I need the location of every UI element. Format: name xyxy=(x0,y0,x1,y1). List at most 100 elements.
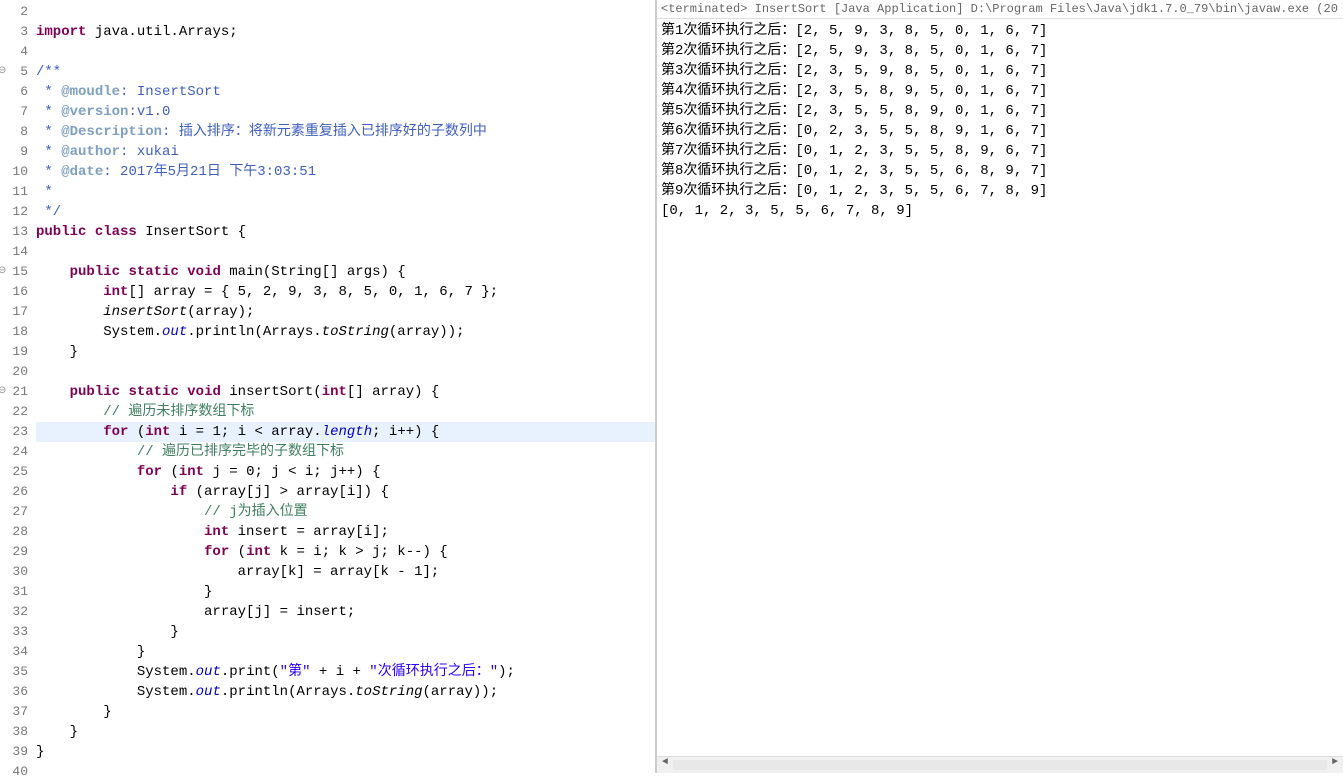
scroll-track[interactable] xyxy=(673,760,1327,770)
println-call: .println(Arrays. xyxy=(221,684,355,700)
keyword-for: for xyxy=(204,544,229,560)
tostring-call: toString xyxy=(355,684,422,700)
system-class: System. xyxy=(137,664,196,680)
keyword-if: if xyxy=(170,484,187,500)
javadoc-tag: @version xyxy=(61,104,128,120)
line-number: 33 xyxy=(0,622,28,642)
fold-toggle-icon[interactable]: ⊖ xyxy=(0,382,6,402)
line-number: 12 xyxy=(0,202,28,222)
comment-line: // j为插入位置 xyxy=(204,504,308,520)
line-number: 17 xyxy=(0,302,28,322)
line-number: 21⊖ xyxy=(0,382,28,402)
javadoc-text: : 插入排序：将新元素重复插入已排序好的子数列中 xyxy=(162,124,487,140)
system-class: System. xyxy=(103,324,162,340)
line-number: 36 xyxy=(0,682,28,702)
tostring-call: toString xyxy=(322,324,389,340)
close-brace: } xyxy=(137,644,145,660)
line-number: 27 xyxy=(0,502,28,522)
line-number: 20 xyxy=(0,362,28,382)
javadoc-line: * xyxy=(36,124,61,140)
line-number-gutter: 2345⊖6789101112131415⊖161718192021⊖22232… xyxy=(0,0,32,773)
var-assign: insert = array[i]; xyxy=(229,524,389,540)
line-number: 3 xyxy=(0,22,28,42)
javadoc-tag: @moudle xyxy=(61,84,120,100)
keyword-for: for xyxy=(137,464,162,480)
console-line: 第7次循环执行之后：[0, 1, 2, 3, 5, 5, 8, 9, 6, 7] xyxy=(661,141,1339,161)
line-number: 11 xyxy=(0,182,28,202)
console-line: 第1次循环执行之后：[2, 5, 9, 3, 8, 5, 0, 1, 6, 7] xyxy=(661,21,1339,41)
keyword-int: int xyxy=(145,424,170,440)
println-call: .println(Arrays. xyxy=(187,324,321,340)
console-line: 第8次循环执行之后：[0, 1, 2, 3, 5, 5, 6, 8, 9, 7] xyxy=(661,161,1339,181)
javadoc-end: */ xyxy=(36,204,61,220)
keyword-public: public xyxy=(70,264,120,280)
line-number: 25 xyxy=(0,462,28,482)
keyword-static: static xyxy=(128,264,178,280)
line-number: 5⊖ xyxy=(0,62,28,82)
line-number: 29 xyxy=(0,542,28,562)
javadoc-tag: @date xyxy=(61,164,103,180)
keyword-for: for xyxy=(103,424,128,440)
method-name: insertSort( xyxy=(221,384,322,400)
line-number: 8 xyxy=(0,122,28,142)
javadoc-start: /** xyxy=(36,64,61,80)
keyword-void: void xyxy=(187,264,221,280)
line-number: 39 xyxy=(0,742,28,762)
line-number: 18 xyxy=(0,322,28,342)
console-line: [0, 1, 2, 3, 5, 5, 6, 7, 8, 9] xyxy=(661,201,1339,221)
for-condition: i = 1; i < array. xyxy=(170,424,321,440)
fold-toggle-icon[interactable]: ⊖ xyxy=(0,262,6,282)
javadoc-line: * xyxy=(36,84,61,100)
line-number: 19 xyxy=(0,342,28,362)
keyword-int: int xyxy=(103,284,128,300)
line-number: 37 xyxy=(0,702,28,722)
keyword-static: static xyxy=(128,384,178,400)
console-header: <terminated> InsertSort [Java Applicatio… xyxy=(657,0,1343,19)
keyword-void: void xyxy=(187,384,221,400)
javadoc-line: * xyxy=(36,164,61,180)
comment-line: // 遍历未排序数组下标 xyxy=(103,404,254,420)
javadoc-line: * xyxy=(36,184,53,200)
keyword-import: import xyxy=(36,24,86,40)
close-brace: } xyxy=(70,724,78,740)
line-number: 2 xyxy=(0,2,28,22)
line-number: 4 xyxy=(0,42,28,62)
console-line: 第9次循环执行之后：[0, 1, 2, 3, 5, 5, 6, 7, 8, 9] xyxy=(661,181,1339,201)
javadoc-text: : xukai xyxy=(120,144,179,160)
console-line: 第6次循环执行之后：[0, 2, 3, 5, 5, 8, 9, 1, 6, 7] xyxy=(661,121,1339,141)
string-literal: "第" xyxy=(280,664,311,680)
console-line: 第4次循环执行之后：[2, 3, 5, 8, 9, 5, 0, 1, 6, 7] xyxy=(661,81,1339,101)
keyword-int: int xyxy=(204,524,229,540)
keyword-int: int xyxy=(179,464,204,480)
line-number: 24 xyxy=(0,442,28,462)
javadoc-tag: @Description xyxy=(61,124,162,140)
line-number: 10 xyxy=(0,162,28,182)
javadoc-tag: @author xyxy=(61,144,120,160)
system-class: System. xyxy=(137,684,196,700)
keyword-int: int xyxy=(322,384,347,400)
for-condition: k = i; k > j; k--) { xyxy=(271,544,447,560)
close-brace: } xyxy=(36,744,44,760)
keyword-public: public xyxy=(70,384,120,400)
console-line: 第3次循环执行之后：[2, 3, 5, 9, 8, 5, 0, 1, 6, 7] xyxy=(661,61,1339,81)
method-params: [] array) { xyxy=(347,384,439,400)
concat: + i + xyxy=(310,664,369,680)
scroll-right-icon[interactable]: ► xyxy=(1327,757,1343,773)
line-number: 30 xyxy=(0,562,28,582)
code-area[interactable]: import java.util.Arrays; /** * @moudle: … xyxy=(32,0,655,773)
for-condition: j = 0; j < i; j++) { xyxy=(204,464,380,480)
line-number: 23 xyxy=(0,422,28,442)
line-number: 35 xyxy=(0,662,28,682)
for-end: ; i++) { xyxy=(372,424,439,440)
scroll-left-icon[interactable]: ◄ xyxy=(657,757,673,773)
fold-toggle-icon[interactable]: ⊖ xyxy=(0,62,6,82)
call-args: (array); xyxy=(187,304,254,320)
horizontal-scrollbar[interactable]: ◄ ► xyxy=(657,756,1343,773)
keyword-public: public xyxy=(36,224,86,240)
console-output[interactable]: 第1次循环执行之后：[2, 5, 9, 3, 8, 5, 0, 1, 6, 7]… xyxy=(657,19,1343,756)
line-number: 38 xyxy=(0,722,28,742)
javadoc-line: * xyxy=(36,104,61,120)
line-number: 34 xyxy=(0,642,28,662)
line-number: 40 xyxy=(0,762,28,782)
line-number: 14 xyxy=(0,242,28,262)
